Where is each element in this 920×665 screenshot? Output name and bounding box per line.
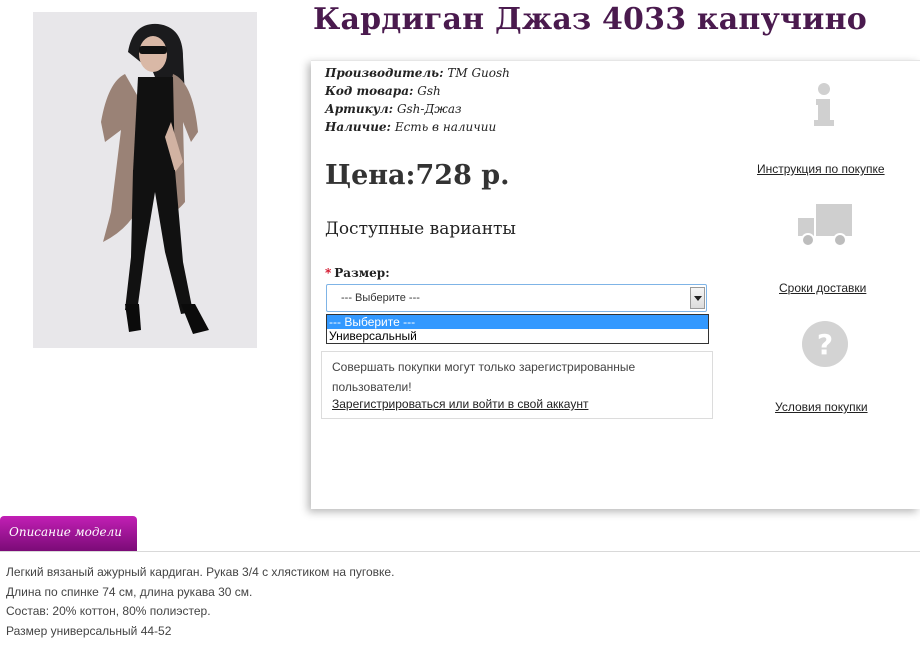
- article-row: Артикул: Gsh-Джаз: [325, 102, 462, 116]
- tab-description[interactable]: Описание модели: [0, 516, 137, 551]
- manufacturer-label: Производитель:: [325, 66, 444, 80]
- truck-icon: [798, 204, 852, 247]
- model-figure: [33, 12, 257, 348]
- product-title: Кардиган Джаз 4033 капучино: [313, 2, 867, 37]
- svg-text:?: ?: [817, 328, 833, 361]
- price: Цена:728 р.: [325, 160, 510, 191]
- question-icon: ?: [802, 321, 848, 367]
- chevron-down-icon[interactable]: [690, 287, 705, 309]
- size-dropdown-list: --- Выберите --- Универсальный: [326, 314, 709, 344]
- code-row: Код товара: Gsh: [325, 84, 441, 98]
- size-label: * Размер:: [325, 266, 390, 280]
- manufacturer-value: TM Guosh: [447, 66, 510, 80]
- variants-heading: Доступные варианты: [325, 219, 516, 239]
- availability-row: Наличие: Есть в наличии: [325, 120, 496, 134]
- notice-text: Совершать покупки могут только зарегистр…: [332, 360, 636, 394]
- delivery-link[interactable]: Сроки доставки: [779, 281, 866, 295]
- info-icon: [814, 83, 834, 126]
- size-select-value: --- Выберите ---: [341, 292, 420, 304]
- product-photo[interactable]: [33, 12, 257, 348]
- article-value: Gsh-Джаз: [396, 102, 462, 116]
- availability-value: Есть в наличии: [394, 120, 497, 134]
- size-select[interactable]: --- Выберите ---: [326, 284, 707, 312]
- register-login-link[interactable]: Зарегистрироваться или войти в свой акка…: [332, 397, 588, 411]
- terms-link[interactable]: Условия покупки: [775, 400, 868, 414]
- code-value: Gsh: [417, 84, 441, 98]
- description-line: Размер универсальный 44-52: [6, 624, 172, 638]
- code-label: Код товара:: [325, 84, 414, 98]
- manufacturer-row: Производитель: TM Guosh: [325, 66, 510, 80]
- tab-divider: [0, 551, 920, 552]
- size-option-universal[interactable]: Универсальный: [327, 329, 708, 343]
- required-mark: *: [325, 266, 332, 280]
- instructions-link[interactable]: Инструкция по покупке: [757, 162, 885, 176]
- description-line: Длина по спинке 74 см, длина рукава 30 с…: [6, 585, 253, 599]
- availability-label: Наличие:: [325, 120, 391, 134]
- tab-description-label: Описание модели: [9, 525, 122, 539]
- article-label: Артикул:: [325, 102, 394, 116]
- login-notice: Совершать покупки могут только зарегистр…: [321, 351, 713, 419]
- size-option-choose[interactable]: --- Выберите ---: [327, 315, 708, 329]
- description-line: Легкий вязаный ажурный кардиган. Рукав 3…: [6, 565, 395, 579]
- description-line: Состав: 20% коттон, 80% полиэстер.: [6, 604, 211, 618]
- size-label-text: Размер:: [334, 266, 390, 280]
